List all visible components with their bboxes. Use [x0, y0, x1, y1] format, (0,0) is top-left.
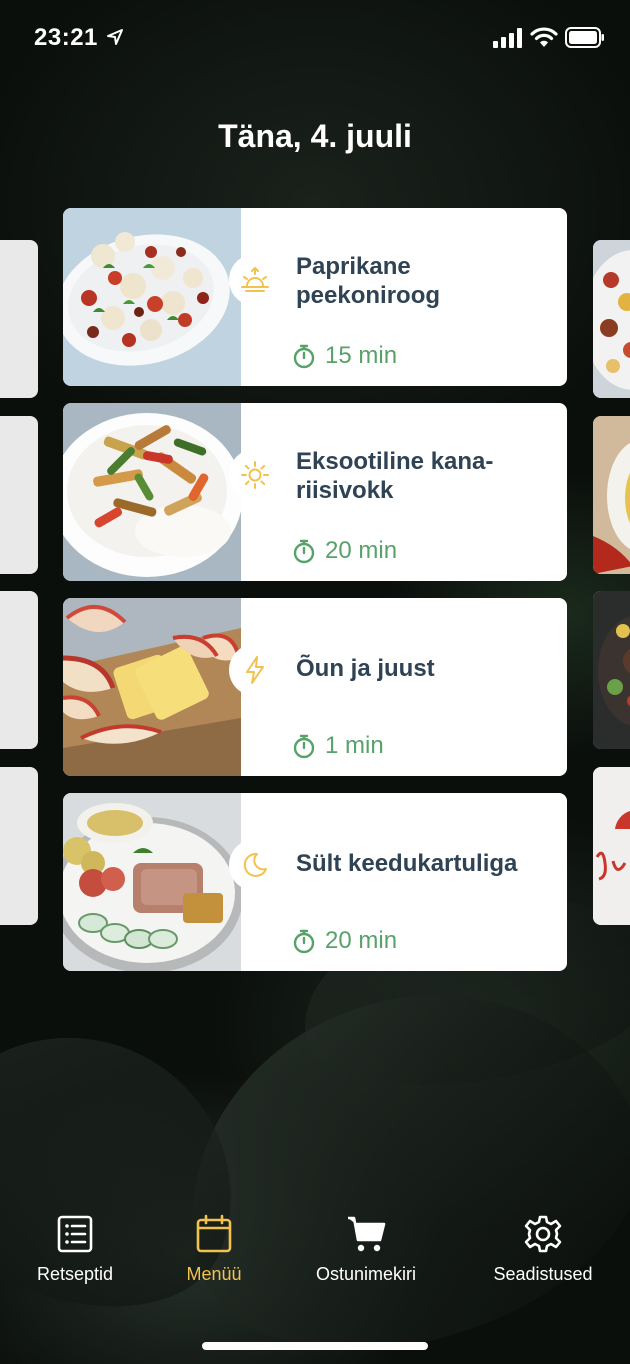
stopwatch-icon [293, 344, 315, 369]
next-day-food-thumbnail [593, 416, 630, 574]
calendar-icon [196, 1214, 232, 1253]
meal-photo [63, 793, 241, 971]
stopwatch-icon [293, 929, 315, 954]
next-day-food-thumbnail [593, 240, 630, 398]
previous-day-card[interactable] [0, 591, 38, 749]
meal-name: Paprikane peekoniroog [296, 253, 441, 309]
meal-duration: 15 min [291, 342, 397, 370]
meal-card-lunch[interactable]: Eksootiline kana-riisivokk 20 min [63, 403, 567, 581]
next-day-card[interactable] [593, 240, 630, 398]
sunrise-icon [241, 267, 269, 292]
meal-name: Õun ja juust [296, 655, 435, 682]
next-day-food-thumbnail [593, 591, 630, 749]
stopwatch-icon [293, 539, 315, 564]
meal-duration-text: 20 min [325, 537, 398, 564]
meal-type-badge [229, 254, 281, 306]
previous-day-card[interactable] [0, 240, 38, 398]
next-day-card[interactable] [593, 416, 630, 574]
sun-icon [241, 461, 269, 489]
meal-card-snack[interactable]: Õun ja juust 1 min [63, 598, 567, 776]
status-time: 23:21 [34, 24, 98, 51]
meal-type-badge [229, 449, 281, 501]
meal-type-badge [229, 839, 281, 891]
meal-name: Sült keedukartuliga [296, 850, 518, 877]
wifi-icon [530, 27, 558, 47]
home-indicator[interactable] [202, 1342, 428, 1350]
tab-seadistused[interactable]: Seadistused [484, 1214, 602, 1285]
meal-card-breakfast[interactable]: Paprikane peekoniroog 15 min [63, 208, 567, 386]
tab-retseptid[interactable]: Retseptid [30, 1214, 120, 1285]
tab-menuu[interactable]: Menüü [178, 1214, 250, 1285]
meal-duration-text: 15 min [325, 342, 398, 369]
cellular-signal-icon [493, 28, 522, 48]
tab-label: Seadistused [493, 1264, 593, 1284]
page-title: Täna, 4. juuli [218, 118, 412, 154]
previous-day-card[interactable] [0, 767, 38, 925]
meal-photo [63, 598, 241, 776]
tab-ostunimekiri[interactable]: Ostunimekiri [306, 1214, 426, 1285]
previous-day-card[interactable] [0, 416, 38, 574]
meal-photo [63, 403, 241, 581]
meal-duration: 1 min [291, 732, 384, 760]
meal-duration-text: 20 min [325, 927, 398, 954]
status-bar: 23:21 [0, 0, 630, 80]
meal-type-badge [229, 644, 281, 696]
list-icon [57, 1215, 93, 1253]
meal-duration-text: 1 min [325, 732, 384, 759]
next-day-logo-thumbnail [593, 767, 630, 925]
next-day-card[interactable] [593, 767, 630, 925]
moon-icon [243, 852, 267, 877]
bottom-tab-bar: Retseptid Menüü Ostunimekiri Seadistused [0, 1200, 630, 1310]
meal-card-dinner[interactable]: Sült keedukartuliga 20 min [63, 793, 567, 971]
battery-icon [565, 27, 604, 48]
tab-label: Menüü [186, 1264, 242, 1284]
lightning-icon [246, 656, 264, 684]
cart-icon [348, 1216, 386, 1252]
location-arrow-icon [107, 29, 123, 45]
gear-icon [524, 1215, 562, 1253]
meal-photo [63, 208, 241, 386]
tab-label: Retseptid [36, 1264, 114, 1284]
meal-name: Eksootiline kana-riisivokk [296, 448, 494, 504]
tab-label: Ostunimekiri [315, 1264, 417, 1284]
next-day-card[interactable] [593, 591, 630, 749]
meal-duration: 20 min [291, 537, 397, 565]
stopwatch-icon [293, 734, 315, 759]
meal-duration: 20 min [291, 927, 397, 955]
